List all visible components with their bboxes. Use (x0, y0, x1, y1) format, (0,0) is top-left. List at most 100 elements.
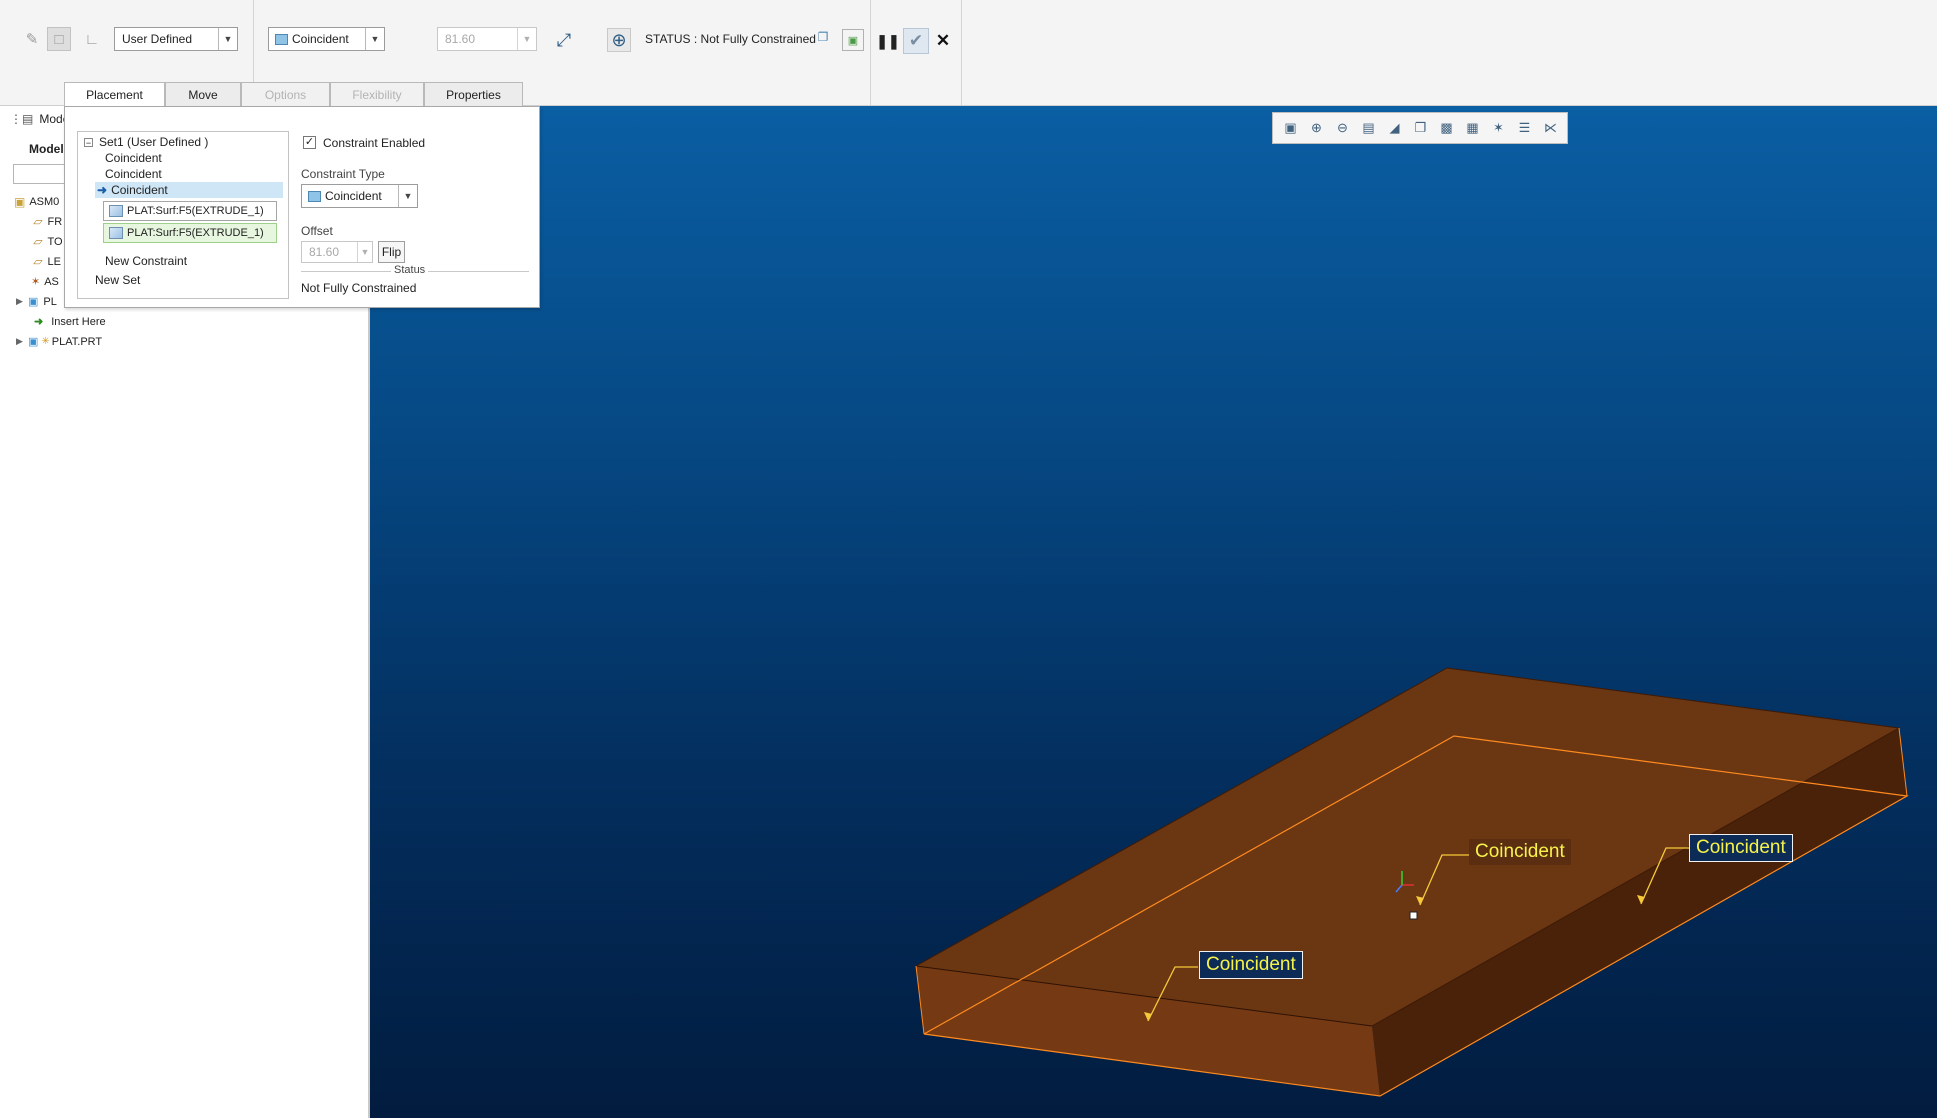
separate-window-icon[interactable]: ❐ (814, 28, 832, 46)
constraint-type-dropdown[interactable]: Coincident ▼ (268, 27, 385, 51)
model-tree-subheader[interactable]: Model (29, 142, 64, 156)
placement-panel: − Set1 (User Defined ) Coincident Coinci… (64, 106, 540, 308)
tab-options: Options (241, 82, 330, 106)
close-icon[interactable]: ✕ (931, 29, 955, 53)
zoom-in-icon[interactable]: ⊕ (1305, 117, 1328, 139)
offset-field-value: 81.60 (309, 245, 340, 259)
tree-item-datum-plane[interactable]: ▱ LE (33, 255, 61, 269)
tree-item-label: PL (43, 295, 57, 308)
tree-item-label: Insert Here (51, 315, 106, 328)
repaint-icon[interactable]: ▤ (1357, 117, 1380, 139)
surface-icon (109, 205, 123, 217)
coordinate-system-icon: ✶ (31, 276, 41, 288)
refit-icon[interactable]: ▣ (1279, 117, 1302, 139)
coincident-icon (308, 190, 321, 202)
constraint-callout[interactable]: Coincident (1199, 951, 1303, 979)
constraint-type-select[interactable]: Coincident ▼ (301, 184, 418, 208)
tree-item-insert-here[interactable]: ➜ Insert Here (34, 315, 106, 329)
edit-definition-icon[interactable]: ✎ (20, 27, 44, 51)
tree-item-csys[interactable]: ✶ AS (31, 275, 59, 289)
chevron-down-icon[interactable]: ▼ (365, 28, 384, 50)
offset-field: 81.60 ▼ (301, 241, 373, 263)
collapse-icon[interactable]: − (84, 137, 93, 147)
flip-icon[interactable]: ⤢ (552, 28, 576, 52)
constraint-set-list: − Set1 (User Defined ) Coincident Coinci… (77, 131, 289, 299)
reference-label: PLAT:Surf:F5(EXTRUDE_1) (127, 227, 264, 239)
datum-display-icon[interactable]: ✶ (1487, 117, 1510, 139)
chevron-down-icon: ▼ (517, 28, 536, 50)
constraint-label: Coincident (111, 183, 168, 197)
model-tree-icon: ⋮▤ (10, 112, 34, 126)
datum-plane-icon: ▱ (33, 236, 42, 248)
set-collapse-row[interactable]: − Set1 (User Defined ) (84, 135, 208, 149)
tree-item-datum-plane[interactable]: ▱ FR (33, 215, 63, 229)
tab-properties-label: Properties (446, 87, 501, 102)
connection-icon[interactable]: ∟ (80, 27, 104, 51)
saved-orientations-icon[interactable]: ❐ (1409, 117, 1432, 139)
tree-item-part[interactable]: ▶ ▣ PL (16, 295, 57, 309)
model-tree-header[interactable]: ⋮▤ Model (10, 112, 72, 126)
flip-button[interactable]: Flip (378, 241, 405, 263)
view-toolbar: ▣ ⊕ ⊖ ▤ ◢ ❐ ▩ ▦ ✶ ☰ ⋉ (1272, 112, 1568, 144)
tree-item-label: AS (44, 275, 59, 288)
offset-value: 81.60 (445, 32, 476, 46)
status-text: STATUS : Not Fully Constrained (645, 32, 816, 46)
tree-item-label: FR (47, 215, 63, 228)
tab-move-label: Move (188, 87, 218, 102)
annotation-display-icon[interactable]: ☰ (1513, 117, 1536, 139)
tree-item-label: ASM0 (29, 196, 60, 208)
expand-arrow-icon[interactable]: ▶ (16, 336, 28, 347)
tree-item-label: TO (47, 235, 63, 248)
new-constraint-link[interactable]: New Constraint (105, 254, 187, 268)
tab-options-label: Options (264, 87, 307, 102)
part-icon: ▣ (28, 336, 39, 348)
set-type-dropdown[interactable]: User Defined ▼ (114, 27, 238, 51)
zoom-out-icon[interactable]: ⊖ (1331, 117, 1354, 139)
set-type-value: User Defined (122, 32, 193, 46)
component-window-icon[interactable]: □ (47, 27, 71, 51)
new-set-link[interactable]: New Set (95, 273, 140, 287)
ribbon-divider (870, 0, 871, 105)
drag-handle (1409, 911, 1418, 920)
spin-center-icon[interactable]: ⋉ (1539, 117, 1562, 139)
constraint-callout[interactable]: Coincident (1689, 834, 1793, 862)
constraint-item[interactable]: Coincident (105, 167, 162, 181)
expand-arrow-icon[interactable]: ▶ (16, 296, 28, 307)
constraint-enabled-checkbox[interactable]: ✓ (303, 136, 316, 149)
datum-plane-icon: ▱ (33, 216, 42, 228)
display-style-icon[interactable]: ◢ (1383, 117, 1406, 139)
reference-label: PLAT:Surf:F5(EXTRUDE_1) (127, 205, 264, 217)
pause-icon[interactable]: ❚❚ (876, 29, 900, 53)
constraint-item-selected[interactable]: ➜ Coincident (95, 182, 283, 198)
offset-label: Offset (301, 224, 333, 238)
dashboard-ribbon: ✎ □ ∟ User Defined ▼ Coincident ▼ 81.60 … (0, 0, 1937, 107)
new-constraint-label: New Constraint (105, 254, 188, 268)
constraint-label: Coincident (105, 151, 162, 165)
tab-placement[interactable]: Placement (64, 82, 165, 107)
view-manager-icon[interactable]: ▩ (1435, 117, 1458, 139)
status-group-label: Status (391, 264, 429, 276)
tree-item-assembly[interactable]: ▣ ASM0 (14, 195, 59, 209)
constraint-item[interactable]: Coincident (105, 151, 162, 165)
surface-icon (109, 227, 123, 239)
ok-check-icon[interactable]: ✔ (903, 28, 929, 54)
set-title: Set1 (User Defined ) (99, 135, 209, 149)
tree-item-part-active[interactable]: ▶ ▣ ✳ PLAT.PRT (16, 335, 102, 349)
reference-collector[interactable]: PLAT:Surf:F5(EXTRUDE_1) (103, 201, 277, 221)
tab-move[interactable]: Move (165, 82, 241, 106)
assembly-window-icon[interactable]: ▣ (842, 29, 864, 51)
reference-collector[interactable]: PLAT:Surf:F5(EXTRUDE_1) (103, 223, 277, 243)
chevron-down-icon[interactable]: ▼ (398, 185, 417, 207)
graphics-viewport[interactable]: Coincident Coincident Coincident (370, 106, 1937, 1118)
tree-item-datum-plane[interactable]: ▱ TO (33, 235, 63, 249)
ribbon-divider (961, 0, 962, 105)
chevron-down-icon[interactable]: ▼ (218, 28, 237, 50)
placement-mode-icon[interactable]: ⊕ (607, 28, 631, 52)
status-value: Not Fully Constrained (301, 281, 417, 295)
current-arrow-icon: ➜ (97, 183, 108, 197)
tab-properties[interactable]: Properties (424, 82, 523, 106)
perspective-icon[interactable]: ▦ (1461, 117, 1484, 139)
constraint-callout[interactable]: Coincident (1469, 839, 1571, 865)
chevron-down-icon: ▼ (357, 242, 372, 262)
tab-flexibility: Flexibility (330, 82, 424, 106)
